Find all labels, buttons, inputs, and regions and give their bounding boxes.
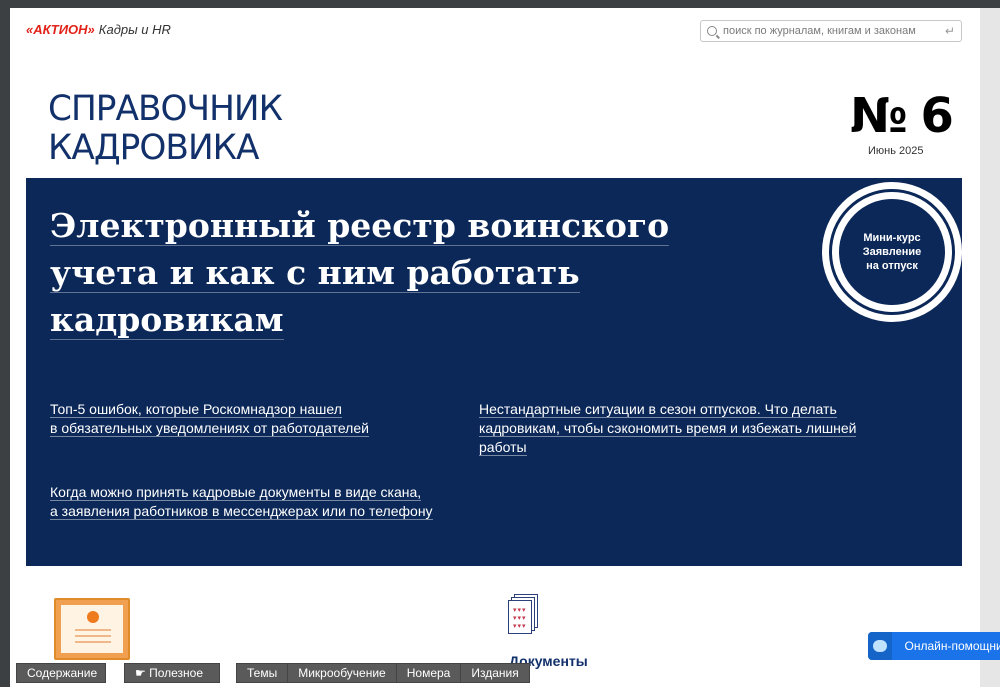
magazine-title-line1: СПРАВОЧНИК [48, 89, 283, 129]
chat-icon [868, 632, 893, 660]
mini-course-badge[interactable]: Мини-курс Заявление на отпуск [822, 182, 962, 322]
headline[interactable]: Электронный реестр воинского учета и как… [50, 202, 700, 343]
documents-icon[interactable]: ▾▾▾ ▾▾▾ ▾▾▾ [508, 594, 538, 634]
link-line: а заявления работников в мессенджерах ил… [50, 503, 433, 520]
themes-button[interactable]: Темы [237, 664, 289, 682]
badge-line2: Заявление [862, 246, 922, 258]
sheet-front: ▾▾▾ ▾▾▾ ▾▾▾ [508, 600, 532, 634]
badge-text: Мини-курс Заявление на отпуск [839, 199, 945, 305]
badge-line1: Мини-курс [863, 232, 921, 244]
page: «АКТИОН»Кадры и HR ↵ СПРАВОЧНИК КАДРОВИК… [10, 8, 980, 687]
brand-logo: «АКТИОН» [26, 22, 95, 37]
issues-button[interactable]: Номера [397, 664, 462, 682]
seal-icon [87, 611, 99, 623]
online-assistant-button[interactable]: Онлайн-помощник [868, 632, 1000, 660]
certificate-line [75, 641, 111, 643]
badge-line3: на отпуск [866, 260, 918, 272]
editions-button[interactable]: Издания [461, 664, 528, 682]
certificate-paper [61, 605, 123, 653]
logo[interactable]: «АКТИОН» Кадры и HR [26, 22, 171, 37]
toolbar-nav: Темы Микрообучение Номера Издания [236, 663, 530, 683]
link-line: кадровикам, чтобы сэкономить время и изб… [479, 420, 857, 437]
headline-line1: Электронный реестр воинского [50, 206, 670, 246]
search-icon [707, 26, 717, 36]
online-assistant-label: Онлайн-помощник [904, 639, 1000, 653]
article-link-scans[interactable]: Когда можно принять кадровые документы в… [50, 483, 470, 521]
link-line: в обязательных уведомлениях от работодат… [50, 420, 369, 437]
useful-label: Полезное [149, 666, 204, 680]
issue-number: № 6 [850, 88, 954, 144]
headline-line2: учета и как с ним работать [50, 253, 580, 293]
badge-ring: Мини-курс Заявление на отпуск [829, 189, 955, 315]
link-line: Когда можно принять кадровые документы в… [50, 484, 422, 501]
link-line: работы [479, 439, 527, 456]
toolbar-useful: ☛ Полезное [124, 663, 220, 683]
link-line: Топ-5 ошибок, которые Роскомнадзор нашел [50, 401, 342, 418]
microlearning-button[interactable]: Микрообучение [288, 664, 397, 682]
article-link-roskomnadzor[interactable]: Топ-5 ошибок, которые Роскомнадзор нашел… [50, 400, 410, 438]
section-name: Кадры и HR [98, 22, 171, 37]
magazine-title-line2: КАДРОВИКА [48, 128, 259, 168]
search-box[interactable]: ↵ [700, 20, 962, 42]
toolbar-contents: Содержание [16, 663, 106, 683]
magazine-title: СПРАВОЧНИК КАДРОВИКА [48, 89, 283, 168]
certificate-icon[interactable] [54, 598, 130, 660]
main-banner: Электронный реестр воинского учета и как… [26, 178, 962, 566]
search-input[interactable] [723, 25, 945, 37]
hand-icon: ☛ [135, 666, 150, 680]
useful-button[interactable]: ☛ Полезное [125, 664, 213, 682]
link-line: Нестандартные ситуации в сезон отпусков.… [479, 401, 837, 418]
issue-date: Июнь 2025 [868, 145, 924, 157]
contents-button[interactable]: Содержание [17, 664, 107, 682]
headline-line3: кадровикам [50, 300, 284, 340]
enter-icon[interactable]: ↵ [945, 24, 955, 38]
scrollbar[interactable] [980, 8, 1000, 687]
certificate-line [75, 629, 111, 631]
certificate-line [75, 635, 111, 637]
dots-icon: ▾▾▾ ▾▾▾ ▾▾▾ [513, 607, 527, 630]
article-link-vacation[interactable]: Нестандартные ситуации в сезон отпусков.… [479, 400, 879, 457]
